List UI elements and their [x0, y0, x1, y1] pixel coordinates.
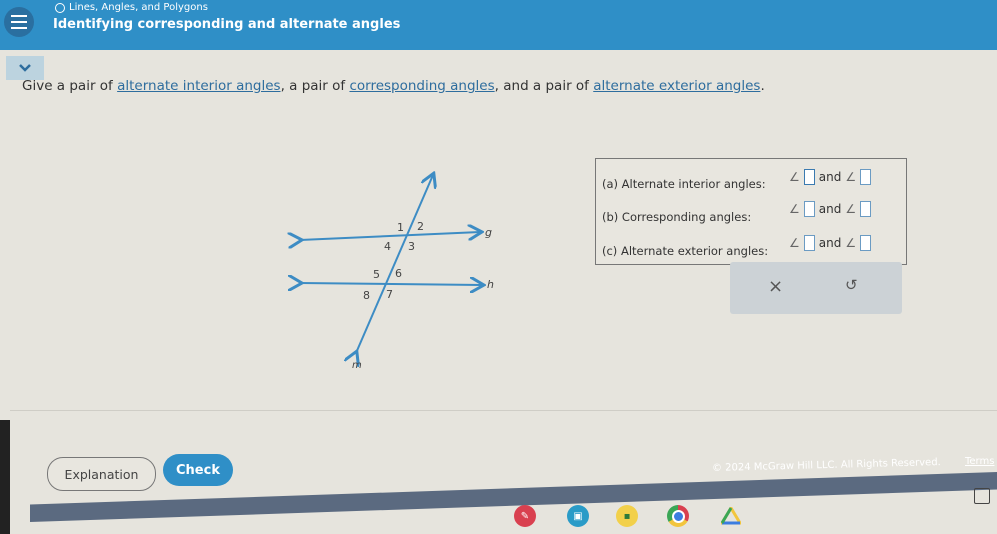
and-text: and: [818, 202, 842, 216]
answer-panel: (a) Alternate interior angles: ∠ and ∠ (…: [595, 158, 907, 265]
chevron-down-icon: [19, 64, 31, 72]
answer-actions: × ↺: [730, 262, 902, 314]
angle-symbol: ∠: [845, 236, 857, 250]
question-prompt: Give a pair of alternate interior angles…: [22, 78, 765, 94]
explanation-button[interactable]: Explanation: [47, 457, 156, 491]
alternate-interior-angle-1-input[interactable]: [803, 169, 815, 185]
line-label-m: m: [352, 360, 362, 371]
meet-app-icon[interactable]: ▣: [567, 505, 589, 527]
hamburger-line: [11, 27, 27, 29]
angle-symbol: ∠: [845, 170, 857, 184]
prompt-text: , a pair of: [280, 78, 350, 94]
screenshot-tool-icon[interactable]: [974, 488, 990, 504]
angle-label-7: 7: [386, 288, 393, 301]
undo-button[interactable]: ↺: [845, 276, 858, 294]
hamburger-line: [11, 21, 27, 23]
and-text: and: [818, 170, 842, 184]
angle-label-1: 1: [397, 221, 404, 234]
row-label-alternate-interior: (a) Alternate interior angles:: [602, 177, 766, 191]
line-label-g: g: [485, 226, 492, 239]
angle-symbol: ∠: [789, 236, 800, 250]
alternate-interior-angle-2-input[interactable]: [860, 169, 872, 185]
row-label-corresponding: (b) Corresponding angles:: [602, 210, 752, 224]
copyright-text: © 2024 McGraw Hill LLC. All Rights Reser…: [711, 457, 941, 474]
answer-alternate-exterior: ∠ and ∠: [789, 235, 872, 251]
angle-label-2: 2: [417, 220, 424, 233]
line-label-h: h: [487, 278, 494, 291]
top-bar: Lines, Angles, and Polygons Identifying …: [0, 0, 997, 50]
progress-circle-icon: [55, 2, 65, 13]
collapse-button[interactable]: [6, 56, 44, 80]
prompt-text: .: [760, 78, 765, 94]
angle-label-6: 6: [395, 267, 402, 280]
check-button[interactable]: Check: [163, 454, 233, 486]
angle-label-8: 8: [363, 289, 370, 302]
alternate-exterior-angle-2-input[interactable]: [860, 235, 872, 251]
angle-label-5: 5: [373, 268, 380, 281]
angle-label-4: 4: [384, 240, 391, 253]
alternate-exterior-angles-link[interactable]: alternate exterior angles: [593, 78, 760, 94]
answer-corresponding: ∠ and ∠: [789, 201, 872, 217]
screen: Lines, Angles, and Polygons Identifying …: [0, 0, 997, 534]
breadcrumb-text: Lines, Angles, and Polygons: [69, 2, 208, 13]
classroom-app-icon[interactable]: ▪: [616, 505, 638, 527]
drive-triangle-icon: [721, 507, 741, 525]
corresponding-angles-link[interactable]: corresponding angles: [349, 78, 494, 94]
parallel-lines-figure: 1 2 3 4 5 6 7 8 g h m: [260, 160, 494, 371]
prompt-text: , and a pair of: [494, 78, 594, 94]
corresponding-angle-2-input[interactable]: [860, 201, 872, 217]
paint-app-icon[interactable]: ✎: [514, 505, 536, 527]
breadcrumb: Lines, Angles, and Polygons: [55, 2, 208, 13]
prompt-text: Give a pair of: [22, 78, 118, 94]
row-label-alternate-exterior: (c) Alternate exterior angles:: [602, 244, 769, 258]
chrome-app-icon[interactable]: [667, 505, 689, 527]
alternate-exterior-angle-1-input[interactable]: [803, 235, 815, 251]
corresponding-angle-1-input[interactable]: [803, 201, 815, 217]
answer-alternate-interior: ∠ and ∠: [789, 169, 872, 185]
angle-label-3: 3: [408, 240, 415, 253]
hamburger-line: [11, 15, 27, 17]
line-m: [356, 175, 433, 353]
page-title: Identifying corresponding and alternate …: [53, 17, 401, 32]
terms-link[interactable]: Terms: [965, 456, 994, 467]
line-g: [300, 232, 480, 240]
and-text: and: [818, 236, 842, 250]
divider: [10, 410, 997, 411]
angle-symbol: ∠: [789, 170, 800, 184]
clear-button[interactable]: ×: [768, 276, 783, 297]
line-h: [300, 283, 482, 285]
angle-symbol: ∠: [789, 202, 800, 216]
menu-button[interactable]: [4, 7, 34, 37]
angle-symbol: ∠: [845, 202, 857, 216]
os-shelf: [0, 495, 997, 534]
drive-app-icon[interactable]: [720, 505, 742, 527]
alternate-interior-angles-link[interactable]: alternate interior angles: [117, 78, 280, 94]
